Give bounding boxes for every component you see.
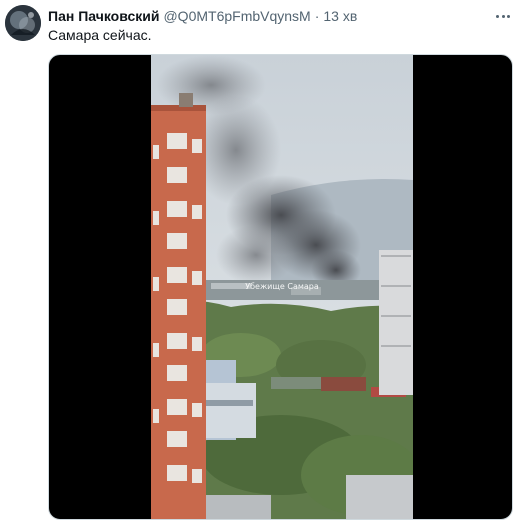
avatar[interactable] xyxy=(5,5,41,41)
tweet-header: Пан Пачковский @Q0MT6pFmbVqynsM · 13 хв xyxy=(48,7,357,25)
tweet-timestamp[interactable]: 13 хв xyxy=(323,7,357,25)
separator-dot: · xyxy=(314,8,320,24)
author-handle[interactable]: @Q0MT6pFmbVqynsM xyxy=(163,7,310,25)
video-frame: Убежище Самара xyxy=(151,55,413,519)
tweet-card[interactable]: Пан Пачковский @Q0MT6pFmbVqynsM · 13 хв … xyxy=(0,0,523,526)
video-player[interactable]: Убежище Самара xyxy=(48,54,513,520)
video-watermark: Убежище Самара xyxy=(245,282,319,291)
tweet-text: Самара сейчас. xyxy=(48,27,152,43)
author-name[interactable]: Пан Пачковский xyxy=(48,7,159,25)
more-options-icon[interactable] xyxy=(493,8,513,24)
avatar-image xyxy=(5,5,41,41)
